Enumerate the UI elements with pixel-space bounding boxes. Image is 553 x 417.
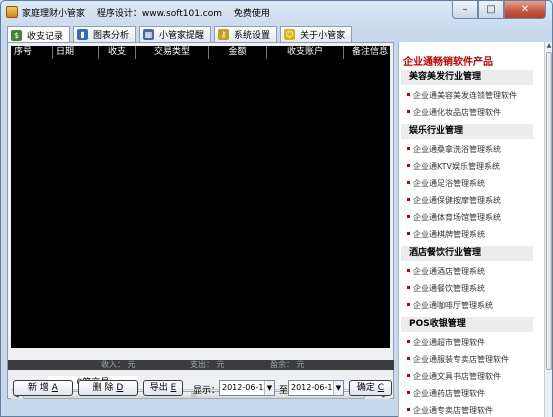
column-header[interactable]: 金额 [209,46,267,59]
to-label: 至 [279,386,289,396]
designer-text: 程序设计：www.soft101.com [96,9,223,19]
money-bag-icon: $ [11,29,22,41]
tab-bar: $ 收支记录 ▮ 图表分析 ▦ 小管家提醒 ⚷ 系统设置 ☺ 关于小管家 [7,26,355,43]
date-to-picker[interactable]: 2012-06-12 ▼ [288,380,344,396]
column-header[interactable]: 备注信息 [344,46,390,59]
ad-product-link[interactable]: 企业通棋牌管理系统 [407,229,485,240]
confirm-button[interactable]: 确定 C [349,380,392,396]
confirm-button-hotkey: C [377,383,385,393]
ad-product-link[interactable]: 企业通美容美发连锁管理软件 [407,90,517,101]
minimize-button[interactable]: – [452,1,478,19]
date-from-value: 2012-06-12 [222,383,269,392]
export-button[interactable]: 导出 E [143,380,183,396]
tab-4[interactable]: ☺ 关于小管家 [280,26,353,42]
column-header[interactable]: 序号 [11,46,53,59]
ad-product-link[interactable]: 企业通超市管理软件 [407,337,485,348]
ad-product-link[interactable]: 企业通餐饮管理系统 [407,283,485,294]
column-header[interactable]: 日期 [53,46,99,59]
scroll-thumb[interactable] [546,52,552,370]
ad-product-link[interactable]: 企业通足浴管理系统 [407,178,485,189]
income-summary: 收入： 元 [101,360,136,369]
window-controls: – □ ✕ [452,1,546,19]
ad-product-link[interactable]: 企业通专卖店管理软件 [407,405,493,416]
ad-product-link[interactable]: 企业通体育场馆管理系统 [407,212,501,223]
chart-icon: ▮ [77,29,89,40]
add-button-hotkey: A [51,383,58,393]
expense-summary: 支出： 元 [190,360,225,369]
ad-product-link[interactable]: 企业通咖啡厅管理系统 [407,300,493,311]
date-from-picker[interactable]: 2012-06-12 ▼ [219,380,275,396]
export-button-label: 导出 [149,383,168,393]
summary-bar: 收入： 元 支出： 元 盈余： 元 [8,360,394,370]
tab-3[interactable]: ⚷ 系统设置 [214,26,278,42]
delete-button-label: 删 除 [92,383,114,393]
window-title: 家庭理财小管家 程序设计：www.soft101.com 免费使用 [22,6,279,19]
ad-product-link[interactable]: 企业通文具书店管理软件 [407,371,501,382]
scroll-up-icon[interactable]: ▲ [545,42,553,50]
ad-product-link[interactable]: 企业通化妆品店管理软件 [407,107,501,118]
tab-label: 收支记录 [27,31,64,42]
tab-2[interactable]: ▦ 小管家提醒 [139,26,212,42]
ad-section-header: POS收银管理 [401,317,533,332]
ad-product-link[interactable]: 企业通药店管理软件 [407,388,485,399]
ad-section-header: 美容美发行业管理 [401,70,533,85]
ad-product-link[interactable]: 企业通保健按摩管理系统 [407,195,501,206]
license-text: 免费使用 [233,9,270,19]
delete-button[interactable]: 删 除 D [78,380,138,396]
ad-product-link[interactable]: 企业通服装专卖店管理软件 [407,354,509,365]
grid-header: 序号 日期 收支 交易类型 金额 收支账户 备注信息 [11,46,390,59]
chevron-down-icon[interactable]: ▼ [333,381,343,395]
export-button-hotkey: E [170,383,177,393]
add-button[interactable]: 新 增 A [13,380,73,396]
column-header[interactable]: 收支账户 [267,46,344,59]
records-grid[interactable] [11,59,390,348]
title-bar[interactable]: 家庭理财小管家 程序设计：www.soft101.com 免费使用 – □ ✕ [1,1,552,23]
balance-summary: 盈余： 元 [270,360,305,369]
ad-section-header: 娱乐行业管理 [401,124,533,139]
app-name: 家庭理财小管家 [22,9,86,19]
ad-product-link[interactable]: 企业通桑拿洗浴管理系统 [407,144,501,155]
ad-vertical-scrollbar[interactable]: ▲ [544,42,552,417]
app-icon [6,6,18,18]
tab-label: 系统设置 [234,31,271,41]
records-panel: 序号日期收支交易类型金额收支账户备注信息 0笔交易 ◀ ||| ▶ [7,42,394,399]
tab-label: 图表分析 [93,31,130,41]
maximize-button[interactable]: □ [478,1,504,19]
calendar-icon: ▦ [143,29,155,40]
key-icon: ⚷ [218,29,230,40]
tab-label: 小管家提醒 [159,31,205,41]
ad-product-link[interactable]: 企业通酒店管理系统 [407,266,485,277]
column-header[interactable]: 收支 [99,46,136,59]
ad-product-link[interactable]: 企业通KTV娱乐管理系统 [407,161,500,172]
delete-button-hotkey: D [116,383,124,393]
chevron-down-icon[interactable]: ▼ [264,381,274,395]
confirm-button-label: 确定 [356,383,375,393]
ad-title: 企业通畅销软件产品 [403,57,493,68]
add-button-label: 新 增 [28,383,49,393]
display-label: 显示： [193,386,221,396]
ad-pane: 企业通畅销软件产品 美容美发行业管理企业通美容美发连锁管理软件 企业通化妆品店管理… [398,42,544,417]
column-header[interactable]: 交易类型 [136,46,209,59]
ad-section-header: 酒店餐饮行业管理 [401,246,533,261]
smiley-icon: ☺ [284,29,296,40]
date-to-value: 2012-06-12 [291,383,338,392]
tab-1[interactable]: ▮ 图表分析 [73,26,137,42]
close-button[interactable]: ✕ [504,1,546,19]
tab-0[interactable]: $ 收支记录 [7,26,71,43]
tab-label: 关于小管家 [300,31,346,41]
